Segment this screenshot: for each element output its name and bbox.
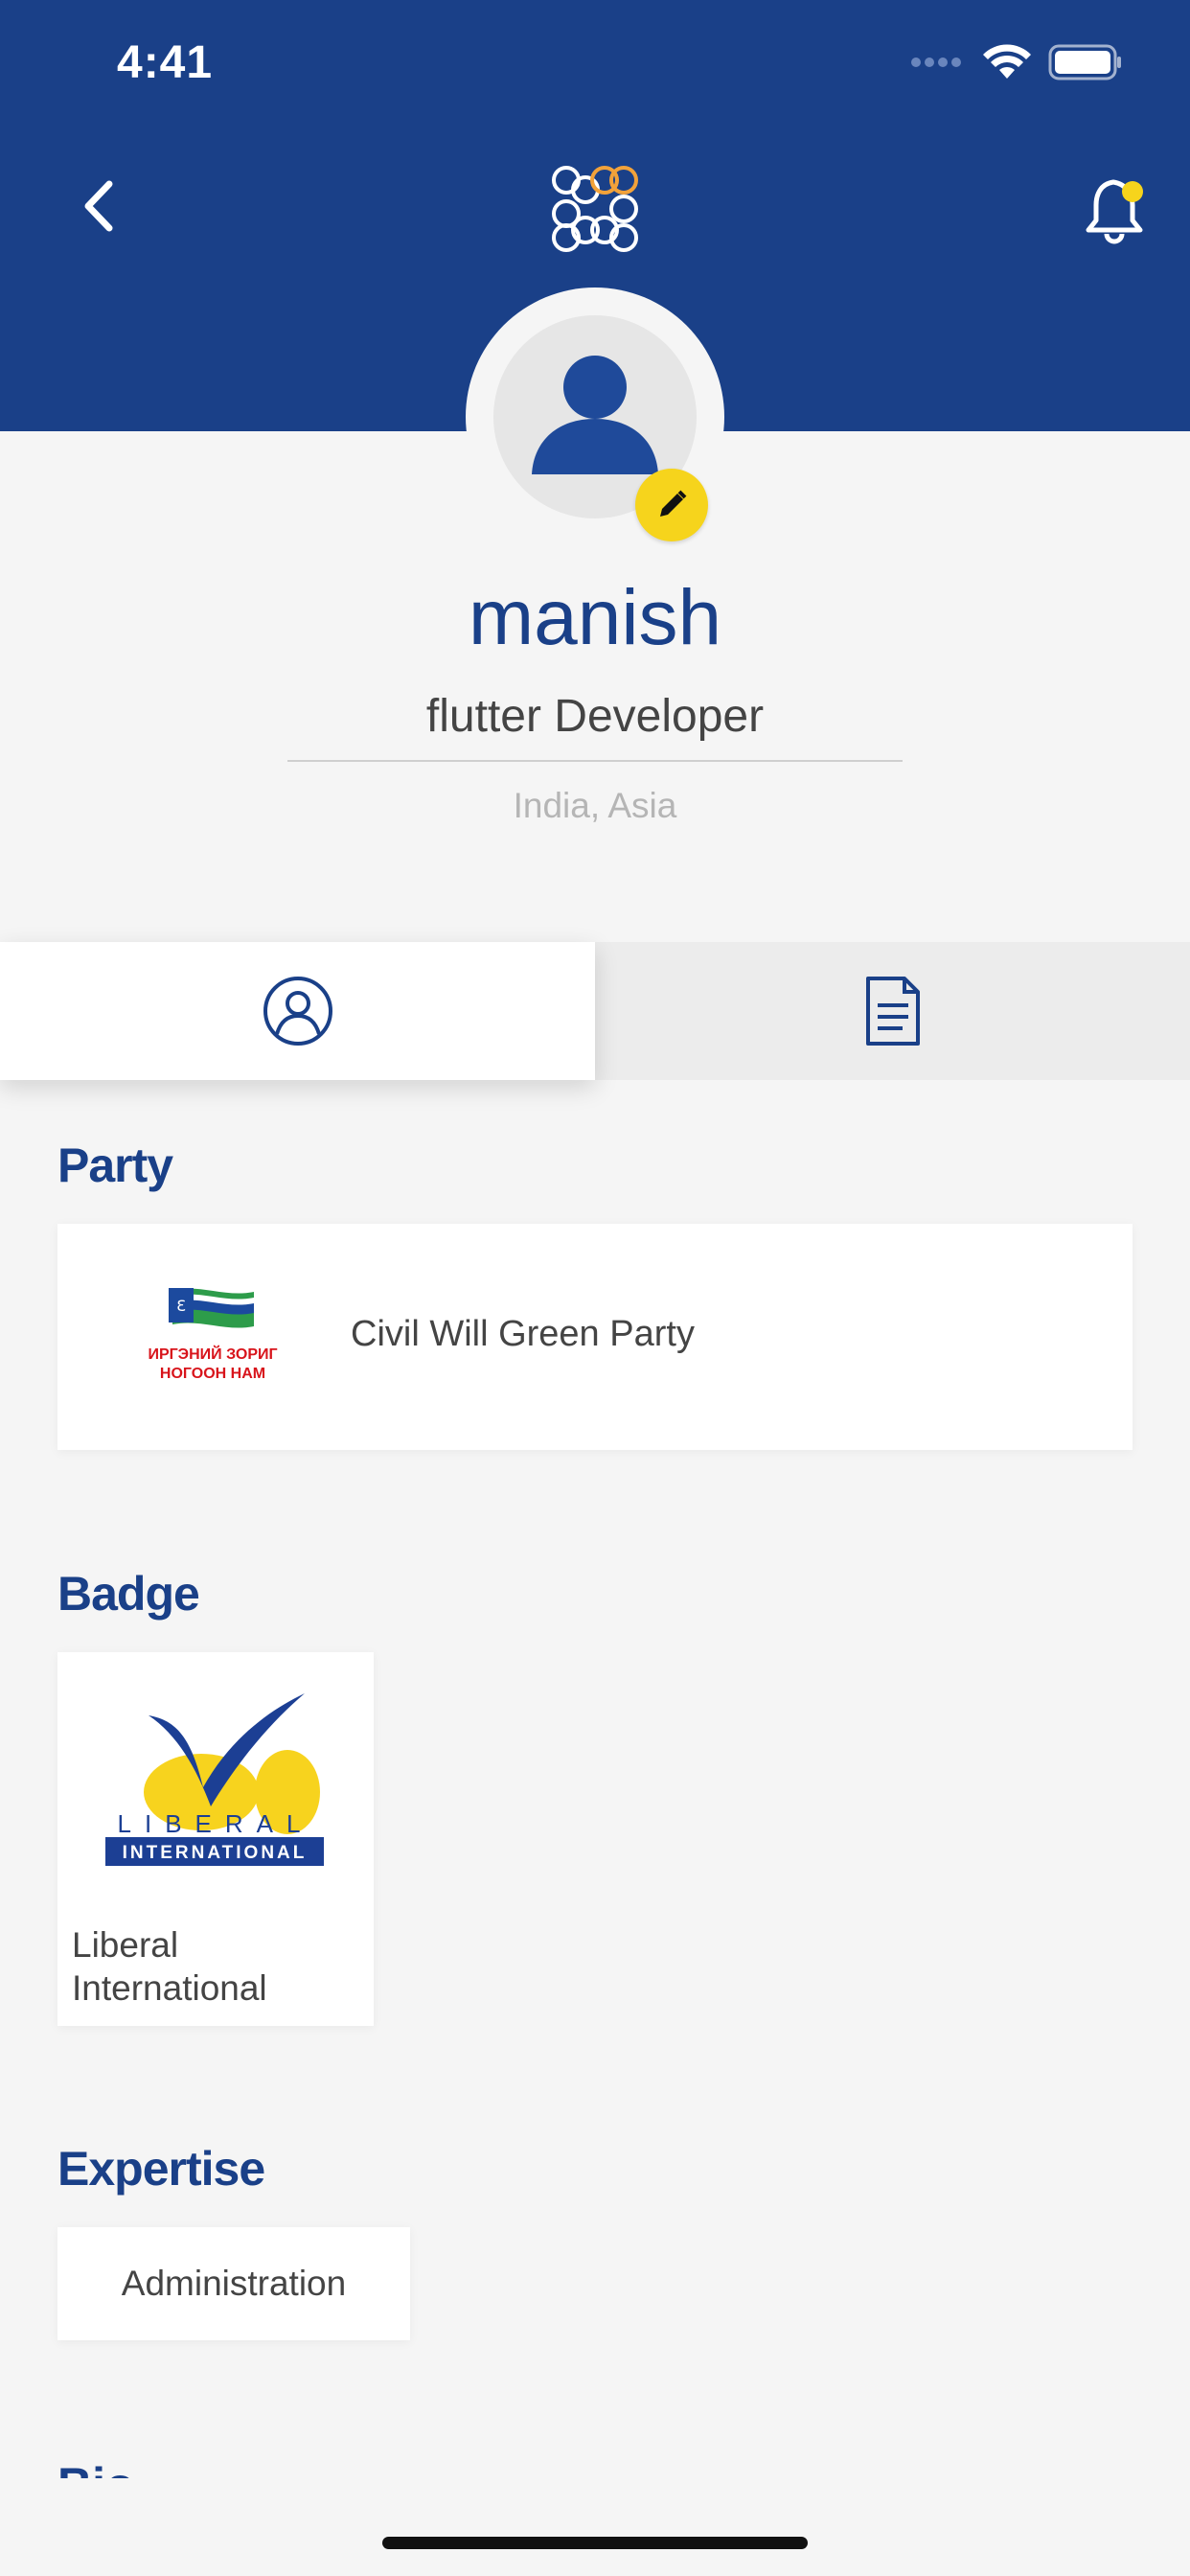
party-logo-line2: НОГООН НАМ [160,1366,265,1382]
expertise-section-title: Expertise [57,2142,265,2196]
badge-logo-bottom: INTERNATIONAL [123,1843,308,1863]
party-logo: Ɛ ИРГЭНИЙ ЗОРИГ НОГООН НАМ [148,1288,278,1382]
home-indicator[interactable] [382,2537,808,2549]
user-circle-icon [263,977,332,1046]
profile-location: India, Asia [513,786,677,825]
document-icon [865,977,920,1046]
profile-name: manish [468,574,722,661]
badge-label: Liberal International [72,1925,267,2008]
wifi-icon [983,44,1031,79]
edit-avatar-button[interactable] [635,469,708,541]
status-time: 4:41 [117,37,214,88]
signal-icon [911,58,961,67]
status-icons [910,44,1123,80]
expertise-label: Administration [121,2264,347,2303]
profile-tabs [0,942,1190,1080]
bell-icon[interactable] [1085,172,1152,249]
pencil-icon [660,490,687,517]
svg-text:Ɛ: Ɛ [176,1297,186,1315]
bio-title-text: Bio [57,2461,135,2478]
party-section-title: Party [57,1138,173,1192]
badge-logo-top: LIBERAL [118,1809,314,1838]
liberal-international-logo: LIBERAL INTERNATIONAL [105,1693,324,1866]
tab-profile[interactable] [0,942,595,1080]
back-chevron-icon[interactable] [75,172,123,240]
party-logo-line1: ИРГЭНИЙ ЗОРИГ [148,1345,277,1363]
party-name: Civil Will Green Party [351,1314,695,1354]
tab-documents[interactable] [595,942,1190,1080]
profile-role: flutter Developer [287,690,903,762]
battery-icon [1048,44,1121,80]
badge-section-title: Badge [57,1567,200,1621]
bio-section-title: Bio [57,2461,441,2478]
app-logo-icon [552,166,638,252]
